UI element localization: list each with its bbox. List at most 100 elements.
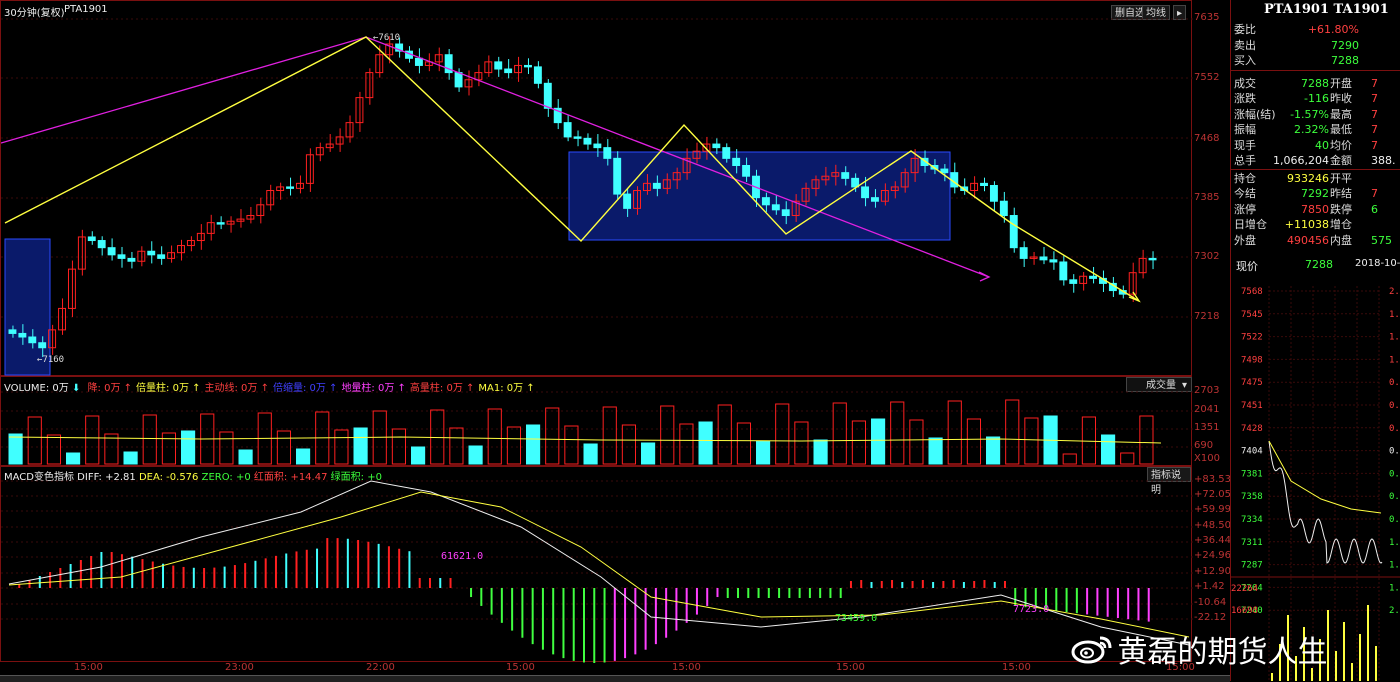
candle-body	[1148, 257, 1157, 261]
arrow-head-icon	[978, 271, 991, 282]
macd-annotation: 73459.0	[835, 613, 878, 624]
intraday-volume-tick: 22264	[1231, 584, 1258, 594]
volume-bar	[27, 416, 42, 465]
candle-body	[771, 204, 780, 211]
candle-body	[761, 197, 770, 206]
volume-bar	[717, 404, 732, 465]
volume-bar	[142, 414, 157, 465]
quote-label: 增仓	[1330, 218, 1352, 231]
intraday-price-tick: 7404	[1241, 447, 1263, 457]
macd-tick: +48.50	[1194, 520, 1232, 531]
price-tick: 7385	[1194, 192, 1220, 203]
intraday-chart: 7568 2. 7545 1.9 7522 1.5 7498 1.2 7475 0.9 7451 0.…	[1231, 286, 1400, 681]
quote-label: 金额	[1330, 154, 1352, 167]
candle-body	[1089, 275, 1098, 279]
volume-bar	[679, 423, 694, 465]
candle-body	[474, 72, 483, 81]
time-tick: 15:00	[836, 662, 865, 673]
candle-body	[97, 240, 106, 249]
volume-bar	[947, 400, 962, 465]
kline-panel[interactable]: 30分钟(复权) PTA1901 删自选 均线 ▸ ←7610 ←7160	[0, 0, 1193, 376]
volume-bar	[909, 419, 924, 465]
volume-bar	[1081, 416, 1097, 465]
quote-separator	[1231, 168, 1400, 170]
weibo-logo-icon	[1070, 634, 1114, 664]
price-tick: 7552	[1194, 72, 1220, 83]
candle-body	[137, 250, 146, 262]
volume-bar	[468, 445, 483, 465]
quote-row: 涨跌 -116 昨收 7	[1231, 91, 1400, 106]
macd-tick: +24.96	[1194, 550, 1232, 561]
candle-body	[603, 147, 612, 159]
macd-panel[interactable]: MACD变色指标 DIFF: +2.81 DEA: -0.576 ZERO: +…	[0, 466, 1193, 663]
time-axis: 15:00 23:00 22:00 15:00 15:00 15:00 15:0…	[0, 662, 1230, 675]
candle-body	[742, 164, 751, 177]
candle-body	[652, 182, 661, 189]
quote-label: 外盘	[1234, 233, 1256, 247]
candle-body	[613, 157, 622, 195]
quote-row: 买入 7288	[1231, 53, 1400, 68]
candle-body	[305, 154, 314, 184]
quote-label: 最高	[1330, 107, 1352, 121]
candle-body	[543, 82, 552, 109]
quote-value: 6	[1371, 202, 1378, 216]
volume-bar	[449, 427, 464, 465]
intraday-pct-tick: 1.8	[1389, 583, 1400, 593]
quote-row: 总手 1,066,204 金额 388.	[1231, 153, 1400, 168]
volume-bar	[276, 430, 292, 465]
volume-bar	[181, 430, 196, 465]
price-tick: 7468	[1194, 133, 1220, 144]
quote-value: 7	[1371, 138, 1378, 152]
volume-chart	[1, 391, 1193, 465]
quote-label: 跌停	[1330, 202, 1352, 216]
time-tick: 15:00	[506, 662, 535, 673]
quote-label: 持仓	[1234, 171, 1256, 185]
quote-row: 现手 40 均价 7	[1231, 138, 1400, 153]
quote-value: 7	[1371, 123, 1378, 136]
candle-body	[454, 72, 463, 88]
candle-body	[355, 97, 364, 124]
volume-bar	[8, 433, 23, 465]
candle-body	[999, 200, 1008, 217]
quote-label: 涨跌	[1234, 92, 1256, 105]
candle-body	[1059, 261, 1068, 281]
intraday-pct-tick: 1.5	[1389, 561, 1400, 571]
intraday-price-tick: 7545	[1241, 310, 1263, 320]
volume-bar	[391, 428, 407, 465]
time-tick: 23:00	[225, 662, 254, 673]
candle-body	[18, 332, 27, 338]
quote-value: 490456	[1287, 233, 1329, 247]
quote-value: 2.32%	[1294, 123, 1329, 136]
low-price-mark: ←7160	[37, 355, 64, 365]
macd-tick: -22.12	[1194, 612, 1227, 623]
macd-tick: +12.90	[1194, 566, 1232, 577]
intraday-price-tick: 7381	[1241, 469, 1263, 479]
current-price-value: 7288	[1305, 258, 1333, 271]
volume-panel[interactable]: VOLUME: 0万 ⬇ 降: 0万 ↑ 倍量柱: 0万 ↑ 主动线: 0万 ↑ 倍缩…	[0, 376, 1193, 466]
quote-row: 委比 +61.80%	[1231, 22, 1400, 37]
intraday-pct-tick: 1.2	[1389, 355, 1400, 365]
macd-chart	[1, 480, 1193, 663]
candle-body	[732, 157, 741, 166]
volume-bar	[794, 421, 809, 465]
intraday-pct-tick: 1.5	[1389, 333, 1400, 343]
candle-body	[524, 64, 532, 68]
quote-value: +11038	[1284, 218, 1329, 231]
quote-row: 卖出 7290	[1231, 38, 1400, 53]
volume-bar	[602, 406, 617, 465]
intraday-volume-tick: 16698	[1231, 606, 1258, 616]
intraday-volume-bar	[1335, 651, 1337, 681]
candle-body	[117, 254, 126, 259]
candle-body	[940, 168, 949, 174]
volume-bar	[736, 422, 751, 465]
volume-bar	[775, 403, 790, 465]
volume-bar	[526, 424, 541, 465]
candle-body	[623, 193, 632, 209]
quote-label: 涨幅(结)	[1234, 107, 1276, 121]
quote-label: 振幅	[1234, 123, 1256, 136]
volume-bar	[506, 426, 522, 465]
time-tick: 15:00	[672, 662, 701, 673]
volume-bar	[296, 448, 311, 465]
intraday-price-tick: 7568	[1241, 287, 1263, 297]
quote-row: 外盘 490456 内盘 575	[1231, 233, 1400, 248]
